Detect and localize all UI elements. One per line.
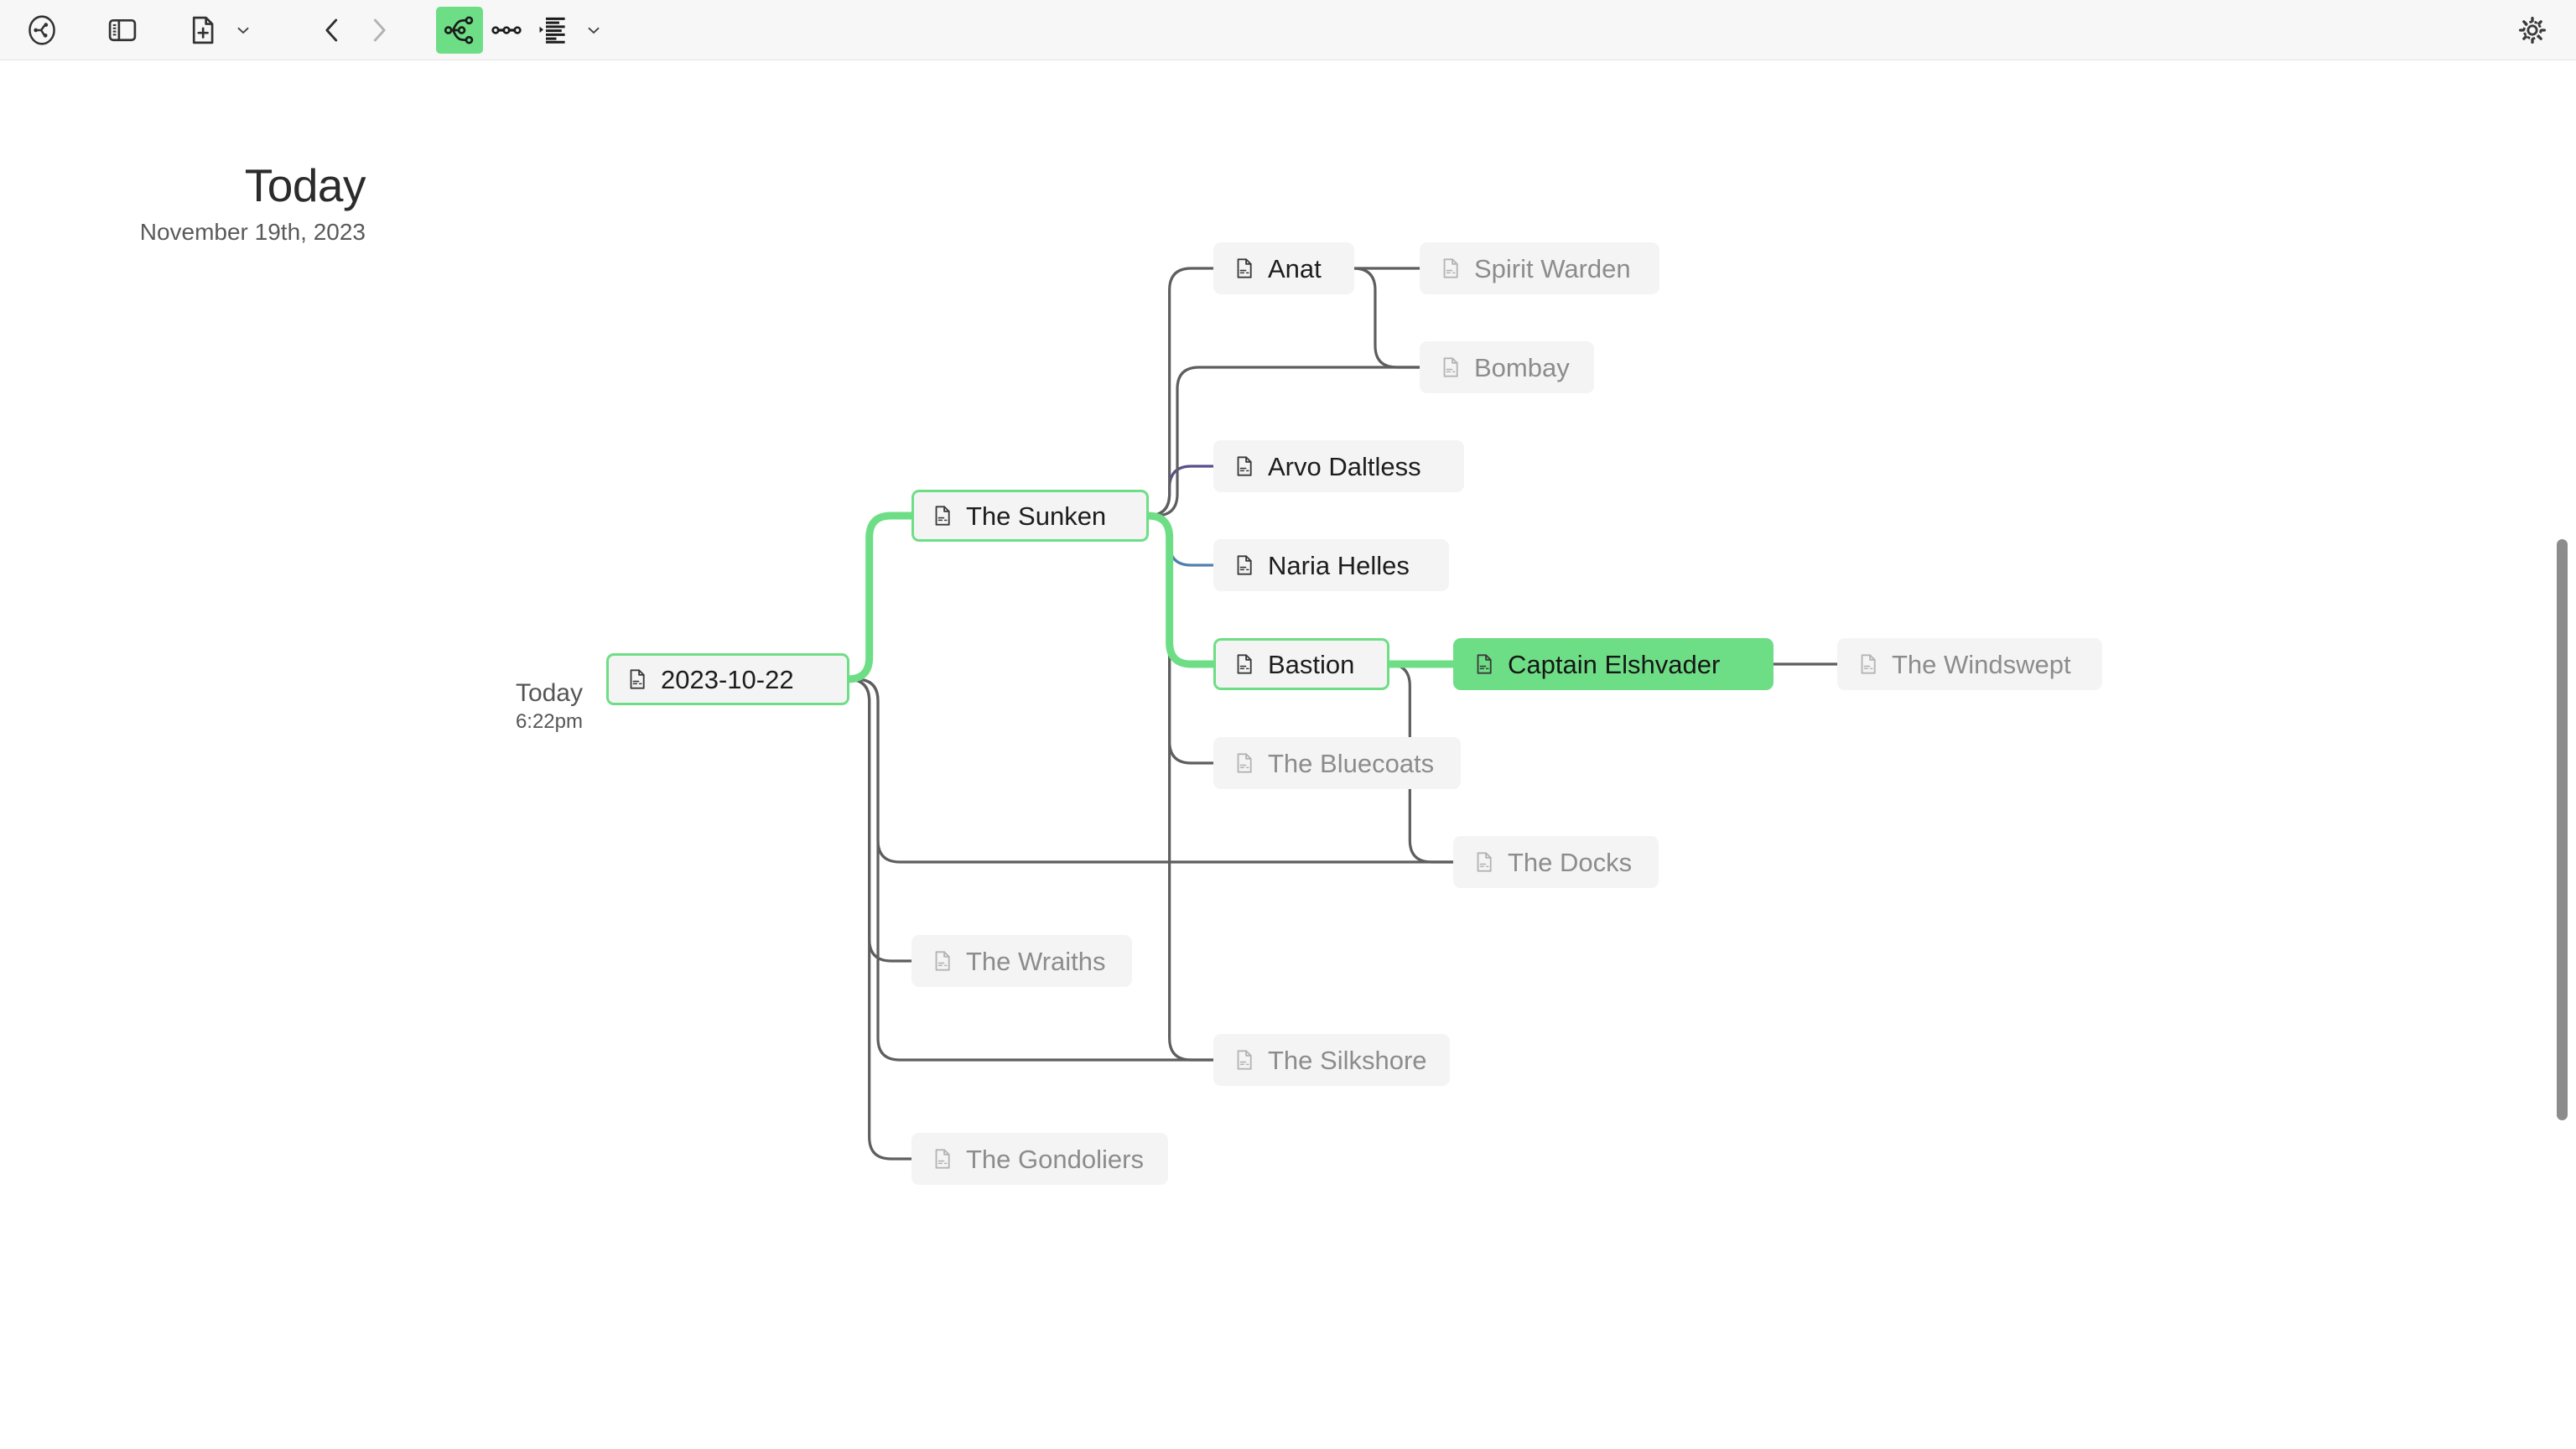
mindmap-node-label: The Sunken: [966, 501, 1107, 531]
mindmap-node-label: The Docks: [1508, 847, 1633, 877]
mindmap-node[interactable]: Captain Elshvader: [1453, 638, 1774, 690]
mindmap-node[interactable]: Bombay: [1420, 341, 1594, 393]
mindmap-node[interactable]: The Sunken: [911, 490, 1149, 542]
mindmap-node[interactable]: The Wraiths: [911, 935, 1132, 987]
mindmap-icon[interactable]: [436, 6, 483, 54]
root-timestamp-day: Today: [515, 679, 583, 707]
mindmap-node-label: Anat: [1268, 253, 1322, 283]
mindmap-node-label: Captain Elshvader: [1508, 649, 1721, 679]
mindmap-node[interactable]: Anat: [1213, 242, 1354, 294]
mindmap-edge: [1144, 512, 1218, 668]
mindmap-node-label: The Wraiths: [966, 946, 1106, 976]
page-heading: Today November 19th, 2023: [0, 159, 377, 246]
root-timestamp: Today 6:22pm: [470, 678, 583, 735]
vertical-scrollbar[interactable]: [2557, 539, 2568, 1120]
mindmap-node-label: Arvo Daltless: [1268, 451, 1421, 481]
mindmap-edge: [1146, 465, 1215, 517]
outline-icon[interactable]: [530, 7, 577, 54]
mindmap-node[interactable]: 2023-10-22: [606, 653, 849, 705]
mindmap-edge: [1146, 514, 1215, 765]
mindmap-node[interactable]: The Windswept: [1837, 638, 2102, 690]
sidebar-icon[interactable]: [99, 7, 146, 54]
mindmap-node-label: The Bluecoats: [1268, 748, 1435, 778]
mindmap-node-label: 2023-10-22: [661, 664, 794, 694]
mindmap-edge: [1352, 267, 1421, 369]
mindmap-canvas[interactable]: Today November 19th, 2023 Today 6:22pm 2…: [0, 61, 2576, 1449]
mindmap-node[interactable]: Spirit Warden: [1420, 242, 1659, 294]
mindmap-node-label: The Windswept: [1892, 649, 2071, 679]
mindmap-edge: [846, 678, 913, 1161]
mindmap-node[interactable]: The Gondoliers: [911, 1133, 1168, 1185]
mindmap-node-label: The Gondoliers: [966, 1144, 1144, 1174]
chevron-left-icon[interactable]: [309, 7, 356, 54]
mindmap-node-label: Bombay: [1474, 352, 1570, 382]
page-title: Today: [244, 159, 366, 211]
app-logo-icon[interactable]: [18, 7, 65, 54]
mindmap-node[interactable]: The Bluecoats: [1213, 737, 1461, 789]
mindmap-edge: [846, 678, 913, 963]
mindmap-node[interactable]: The Silkshore: [1213, 1034, 1450, 1086]
mindmap-edge: [1146, 267, 1215, 517]
gear-icon[interactable]: [2509, 7, 2556, 54]
mindmap-node-label: Bastion: [1268, 649, 1355, 679]
chevron-down-icon[interactable]: [577, 7, 610, 54]
mindmap-node-label: Spirit Warden: [1474, 253, 1631, 283]
chevron-down-icon[interactable]: [226, 7, 260, 54]
root-timestamp-time: 6:22pm: [515, 709, 583, 733]
mindmap-node[interactable]: The Docks: [1453, 836, 1659, 888]
mindmap-edge: [1146, 514, 1215, 567]
mindmap-edge: [848, 678, 1215, 1062]
mindmap-edge: [1146, 514, 1215, 1062]
chain-icon[interactable]: [483, 7, 530, 54]
mindmap-node-label: Naria Helles: [1268, 550, 1410, 580]
chevron-right-icon[interactable]: [356, 7, 402, 54]
mindmap-node[interactable]: Bastion: [1213, 638, 1389, 690]
mindmap-node-label: The Silkshore: [1268, 1045, 1427, 1075]
mindmap-node[interactable]: Arvo Daltless: [1213, 440, 1464, 492]
mindmap-node[interactable]: Naria Helles: [1213, 539, 1449, 591]
page-subtitle: November 19th, 2023: [139, 218, 366, 245]
toolbar: [0, 0, 2576, 60]
mindmap-edge: [844, 512, 916, 683]
new-document-icon[interactable]: [179, 7, 226, 54]
